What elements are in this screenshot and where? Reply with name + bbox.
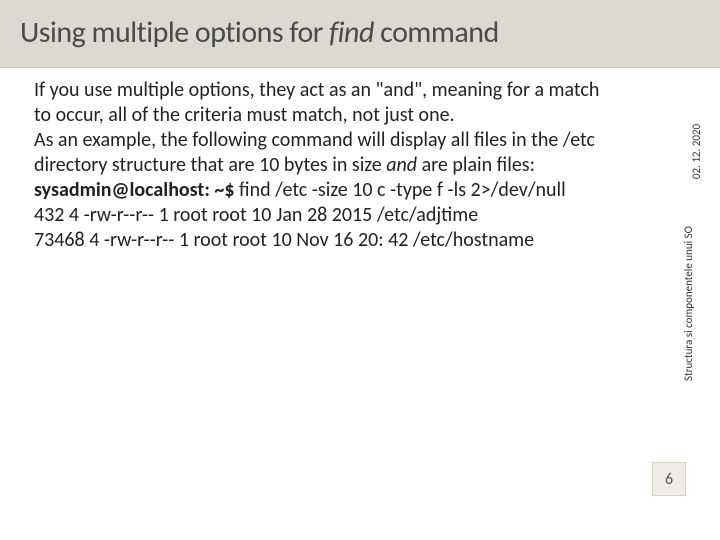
shell-prompt: sysadmin@localhost: ~$ xyxy=(34,178,235,202)
page-number: 6 xyxy=(652,462,686,496)
output-line-1: 432 4 -rw-r--r-- 1 root root 10 Jan 28 2… xyxy=(34,203,478,227)
course-label: Structura si componentele unui SO xyxy=(683,231,695,381)
title-post: command xyxy=(374,14,499,51)
page-number-text: 6 xyxy=(665,470,673,489)
slide-header: Using multiple options for find command xyxy=(0,0,720,68)
title-italic: find xyxy=(329,14,374,51)
paragraph-2-em: and xyxy=(386,153,417,177)
title-pre: Using multiple options for xyxy=(20,14,329,51)
shell-command: find /etc -size 10 c -type f -ls 2>/dev/… xyxy=(235,178,566,202)
slide-title: Using multiple options for find command xyxy=(20,14,700,51)
body-text: If you use multiple options, they act as… xyxy=(34,78,614,253)
paragraph-1: If you use multiple options, they act as… xyxy=(34,78,599,127)
paragraph-2b: are plain files: xyxy=(417,153,535,177)
side-labels: 02. 12. 2020 Structura si componentele u… xyxy=(686,90,706,390)
output-line-2: 73468 4 -rw-r--r-- 1 root root 10 Nov 16… xyxy=(34,228,534,252)
slide-body: If you use multiple options, they act as… xyxy=(34,78,614,253)
date-label: 02. 12. 2020 xyxy=(690,124,703,179)
